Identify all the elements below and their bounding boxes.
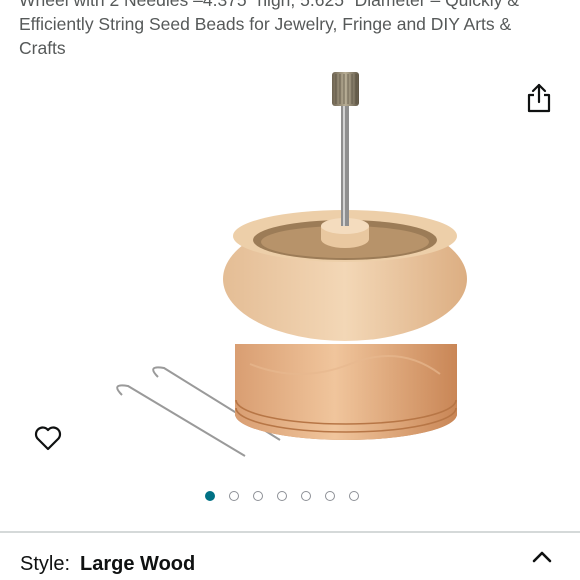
carousel-dot[interactable] — [349, 491, 359, 501]
share-icon[interactable] — [524, 82, 554, 114]
divider — [0, 531, 580, 533]
carousel-dot[interactable] — [229, 491, 239, 501]
heart-icon[interactable] — [33, 424, 63, 452]
carousel-dot[interactable] — [277, 491, 287, 501]
carousel-indicator — [205, 489, 359, 503]
product-title: Wheel with 2 Needles –4.375” high, 5.625… — [19, 0, 519, 58]
carousel-dot[interactable] — [205, 491, 215, 501]
style-selector[interactable]: Style: Large Wood — [20, 549, 560, 579]
style-label: Style: — [20, 553, 71, 575]
product-image — [116, 72, 467, 457]
style-value: Large Wood — [80, 553, 196, 575]
carousel-dot[interactable] — [325, 491, 335, 501]
chevron-up-icon[interactable] — [531, 549, 553, 565]
carousel-dot[interactable] — [301, 491, 311, 501]
carousel-dot[interactable] — [253, 491, 263, 501]
